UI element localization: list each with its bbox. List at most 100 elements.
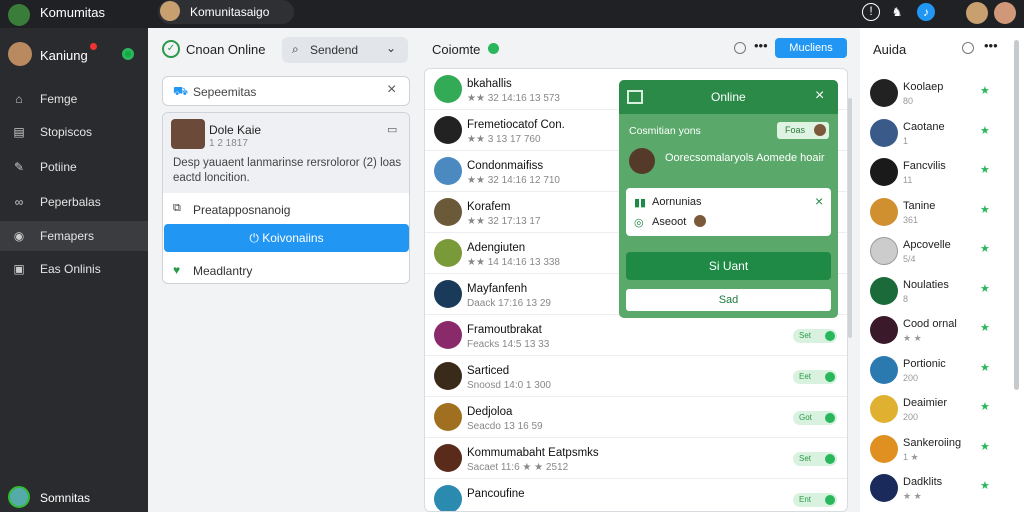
close-icon[interactable]: ×	[387, 81, 396, 99]
scrollbar[interactable]	[1014, 40, 1019, 390]
bell-icon[interactable]: ♞	[888, 3, 906, 21]
sidebar-item-peperbalas[interactable]: ∞ Peperbalas	[0, 187, 148, 217]
star-icon[interactable]: ★	[980, 124, 990, 137]
sidebar-item-femge[interactable]: ⌂ Femge	[0, 84, 148, 114]
window-icon	[627, 90, 643, 104]
more-icon[interactable]: •••	[984, 38, 998, 53]
user-name: Kaniung	[40, 48, 88, 63]
star-icon[interactable]: ★	[980, 242, 990, 255]
star-icon[interactable]: ★	[980, 84, 990, 97]
popup-chip[interactable]: Foas	[777, 122, 829, 139]
share-icon: ⧉	[173, 202, 181, 214]
contact-name: Deaimier	[903, 397, 948, 409]
status-toggle[interactable]: Ent	[793, 493, 837, 507]
list-item[interactable]: Kommumabaht Eatpsmks Sacaet 11:6 ★ ★ 2512…	[425, 438, 847, 479]
sidebar-footer-label[interactable]: Somnitas	[40, 491, 90, 505]
contact-item[interactable]: Tanine 361 ★	[868, 195, 1008, 233]
contact-item[interactable]: Sankeroiing 1 ★ ★	[868, 432, 1008, 470]
list-item-name: Pancoufine	[467, 488, 525, 500]
user-avatar[interactable]	[8, 42, 32, 66]
contact-item[interactable]: Caotane 1 ★	[868, 116, 1008, 154]
list-item[interactable]: Dedjoloa Seacdo 13 16 59 Got	[425, 397, 847, 438]
card-option[interactable]: ♥ Meadlantry	[163, 256, 409, 283]
star-icon[interactable]: ★	[980, 282, 990, 295]
toggle-knob	[825, 495, 835, 505]
close-icon[interactable]: ×	[815, 193, 823, 209]
filter-field[interactable]: ⛟ Sepeemitas ×	[162, 76, 410, 106]
avatar	[434, 198, 462, 226]
more-icon[interactable]: •••	[754, 38, 768, 53]
contact-item[interactable]: Koolaep 80 ★	[868, 76, 1008, 114]
circle-icon[interactable]	[734, 42, 746, 54]
star-icon[interactable]: ★	[980, 440, 990, 453]
star-icon[interactable]: ★	[980, 203, 990, 216]
sidebar-item-eas-onlinis[interactable]: ▣ Eas Onlinis	[0, 254, 148, 284]
avatar[interactable]	[966, 2, 988, 24]
contact-sub: 200	[903, 372, 919, 383]
join-button[interactable]: ⏻ Koivonaiins	[164, 224, 409, 252]
list-item-name: bkahallis	[467, 78, 512, 90]
info-icon[interactable]: !	[862, 3, 880, 21]
contact-item[interactable]: Dadklits ★ ★ ★	[868, 471, 1008, 509]
avatar	[870, 276, 898, 305]
list-item-name: Kommumabaht Eatpsmks	[467, 447, 599, 459]
list-item[interactable]: Framoutbrakat Feacks 14:5 13 33 Set	[425, 315, 847, 356]
left-header: Cnoan Online	[186, 42, 266, 57]
members-button[interactable]: Mucliens	[775, 38, 847, 58]
top-search[interactable]: Komunitasaigo	[158, 0, 294, 24]
contact-item[interactable]: Cood ornal ★ ★ ★	[868, 313, 1008, 351]
sidebar-item-potiine[interactable]: ✎ Potiine	[0, 152, 148, 182]
image-icon[interactable]: ▭	[387, 123, 397, 136]
avatar	[160, 1, 180, 21]
contact-item[interactable]: Noulaties 8 ★	[868, 274, 1008, 312]
toggle-knob	[825, 413, 835, 423]
eye-icon: ◉	[13, 229, 25, 243]
list-item-stats: Feacks 14:5 13 33	[467, 339, 550, 350]
status-toggle[interactable]: Eet	[793, 370, 837, 384]
avatar	[434, 321, 462, 349]
status-toggle[interactable]: Got	[793, 411, 837, 425]
status-toggle[interactable]: Set	[793, 329, 837, 343]
avatar[interactable]	[8, 486, 30, 508]
list-item-stats: ★★ 14 14:16 13 338	[467, 257, 560, 268]
avatar	[434, 444, 462, 472]
toggle-knob	[825, 372, 835, 382]
avatar	[870, 355, 898, 384]
notification-icon[interactable]: ♪	[917, 3, 935, 21]
star-icon[interactable]: ★	[980, 361, 990, 374]
star-icon[interactable]: ★	[980, 479, 990, 492]
star-icon[interactable]: ★	[980, 163, 990, 176]
secondary-button[interactable]: Sad	[626, 289, 831, 311]
list-item-stats: ★★ 3 13 17 760	[467, 134, 541, 145]
sidebar-item-stopiscos[interactable]: ▤ Stopiscos	[0, 117, 148, 147]
search-icon: ⌕	[292, 42, 299, 56]
contact-item[interactable]: Fancvilis 11 ★	[868, 155, 1008, 193]
popup-message: Oorecsomalaryols Aomede hoair	[665, 152, 825, 164]
contact-item[interactable]: Deaimier 200 ★	[868, 392, 1008, 430]
avatar	[870, 118, 898, 147]
list-item[interactable]: Pancoufine Ent	[425, 479, 847, 511]
circle-icon[interactable]	[962, 42, 974, 54]
primary-button[interactable]: Si Uant	[626, 252, 831, 280]
list-item-stats: Snoosd 14:0 1 300	[467, 380, 551, 391]
card-option[interactable]: ⧉ Preatapposnanoig	[163, 195, 409, 227]
link-icon: ∞	[14, 195, 24, 209]
star-icon[interactable]: ★	[980, 400, 990, 413]
search-input[interactable]: ⌕ Sendend ⌄	[282, 37, 408, 63]
sidebar-item-femapers[interactable]: ◉ Femapers	[0, 221, 148, 251]
scrollbar[interactable]	[848, 98, 852, 338]
avatar[interactable]	[994, 2, 1016, 24]
avatar	[434, 362, 462, 390]
list-item-name: Condonmaifiss	[467, 160, 544, 172]
refresh-icon: ◎	[634, 217, 644, 229]
contact-name: Portionic	[903, 357, 946, 370]
star-icon[interactable]: ★	[980, 321, 990, 334]
close-icon[interactable]: ×	[815, 87, 824, 105]
contact-item[interactable]: Portionic 200 ★	[868, 353, 1008, 391]
avatar	[434, 280, 462, 308]
contact-item[interactable]: Apcovelle 5/4 ★	[868, 234, 1008, 272]
avatar	[434, 485, 462, 511]
list-item[interactable]: Sarticed Snoosd 14:0 1 300 Eet	[425, 356, 847, 397]
status-toggle[interactable]: Set	[793, 452, 837, 466]
contact-name: Noulaties	[903, 278, 949, 291]
